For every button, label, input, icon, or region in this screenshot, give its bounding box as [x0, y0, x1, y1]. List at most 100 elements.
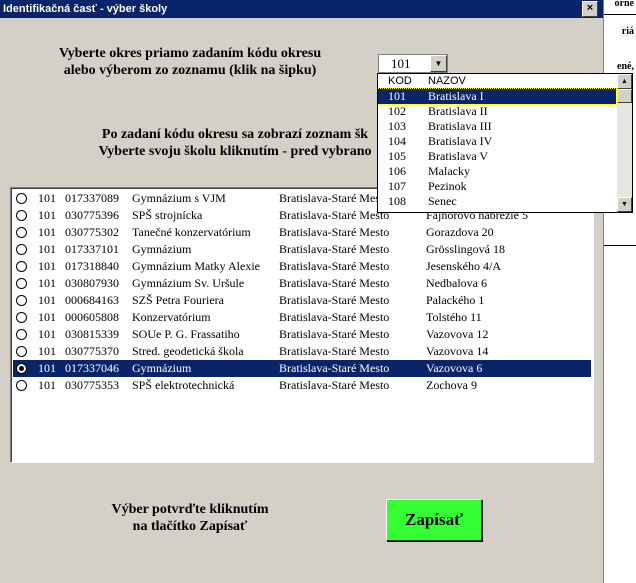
school-address: Palackého 1: [426, 293, 485, 307]
district-option[interactable]: 104 Bratislava IV: [378, 134, 616, 149]
district-option-name: Malacky: [428, 164, 470, 178]
district-option[interactable]: 103 Bratislava III: [378, 119, 616, 134]
district-dropdown-list[interactable]: KOD NAZOV ▲ ▼ 101 Bratislava I 102 Bratisla…: [377, 73, 633, 213]
school-code: 030807930: [65, 276, 119, 290]
school-name: Tanečné konzervatórium: [132, 225, 251, 239]
school-address: Zochova 9: [426, 378, 477, 392]
school-district: 101: [38, 191, 56, 205]
school-name: Stred. geodetická škola: [132, 344, 244, 358]
district-option-code: 106: [388, 164, 406, 178]
school-radio[interactable]: [16, 193, 27, 204]
district-option-code: 108: [388, 194, 406, 208]
school-city: Bratislava-Staré Mesto: [279, 310, 390, 324]
school-row[interactable]: 101 017337046 Gymnázium Bratislava-Staré Me…: [13, 360, 591, 377]
school-district: 101: [38, 293, 56, 307]
district-instructions: Vyberte okres priamo zadaním kódu okresu…: [20, 45, 360, 79]
title-bar: Identifikačná časť - výber školy ×: [0, 0, 603, 18]
district-option-name: Pezinok: [428, 179, 467, 193]
school-radio[interactable]: [16, 244, 27, 255]
district-option[interactable]: 108 Senec: [378, 194, 616, 209]
school-city: Bratislava-Staré Mesto: [279, 378, 390, 392]
school-address: Jesenského 4/A: [426, 259, 501, 273]
dropdown-scrollbar[interactable]: ▲ ▼: [617, 74, 632, 212]
school-code: 030775353: [65, 378, 119, 392]
school-code: 030775370: [65, 344, 119, 358]
school-row[interactable]: 101 030815339 SOUe P. G. Frassatiho Bratisl…: [13, 326, 591, 343]
school-radio[interactable]: [16, 312, 27, 323]
school-district: 101: [38, 208, 56, 222]
district-option-code: 105: [388, 149, 406, 163]
school-radio[interactable]: [16, 363, 27, 374]
school-district: 101: [38, 344, 56, 358]
district-option[interactable]: 105 Bratislava V: [378, 149, 616, 164]
school-district: 101: [38, 378, 56, 392]
school-code: 030775396: [65, 208, 119, 222]
school-row[interactable]: 101 030775353 SPŠ elektrotechnická Bratisla…: [13, 377, 591, 394]
school-name: Gymnázium: [132, 361, 192, 375]
scroll-down-button[interactable]: ▼: [617, 197, 632, 212]
school-radio[interactable]: [16, 261, 27, 272]
school-radio[interactable]: [16, 380, 27, 391]
school-list[interactable]: 101 017337089 Gymnázium s VJM Bratislava-St…: [10, 187, 594, 463]
district-option-code: 104: [388, 134, 406, 148]
school-row[interactable]: 101 017318840 Gymnázium Matky Alexie Bratis…: [13, 258, 591, 275]
close-button[interactable]: ×: [582, 1, 598, 17]
school-row[interactable]: 101 030775370 Stred. geodetická škola Brati…: [13, 343, 591, 360]
school-row[interactable]: 101 030775302 Tanečné konzervatórium Bratis…: [13, 224, 591, 241]
close-icon: ×: [586, 2, 594, 14]
district-code-input[interactable]: 101: [391, 55, 411, 72]
school-instruction-line: Po zadaní kódu okresu sa zobrazí zoznam …: [101, 127, 369, 142]
school-code: 017337046: [65, 361, 119, 375]
confirm-instructions: Výber potvrďte kliknutím na tlačítko Zap…: [90, 501, 290, 535]
school-radio[interactable]: [16, 278, 27, 289]
school-district: 101: [38, 225, 56, 239]
school-code: 017337101: [65, 242, 119, 256]
school-name: Konzervatórium: [132, 310, 211, 324]
school-radio[interactable]: [16, 346, 27, 357]
school-name: Gymnázium Sv. Uršule: [132, 276, 245, 290]
school-city: Bratislava-Staré Mesto: [279, 361, 390, 375]
window-title: Identifikačná časť - výber školy: [3, 3, 168, 15]
school-row[interactable]: 101 000605808 Konzervatórium Bratislava-Sta…: [13, 309, 591, 326]
school-name: Gymnázium: [132, 242, 192, 256]
school-district: 101: [38, 310, 56, 324]
school-row[interactable]: 101 000684163 SZŠ Petra Fouriera Bratislava…: [13, 292, 591, 309]
scroll-up-button[interactable]: ▲: [617, 74, 632, 89]
confirm-instruction-line: Výber potvrďte kliknutím: [111, 502, 269, 517]
header-name: NAZOV: [428, 75, 466, 87]
dropdown-arrow-button[interactable]: ▼: [430, 55, 447, 72]
scroll-up-icon: ▲: [621, 78, 628, 85]
school-radio[interactable]: [16, 329, 27, 340]
school-radio[interactable]: [16, 210, 27, 221]
district-option[interactable]: 106 Malacky: [378, 164, 616, 179]
school-address: Vazovova 6: [426, 361, 483, 375]
scroll-thumb[interactable]: [617, 89, 632, 103]
school-radio[interactable]: [16, 227, 27, 238]
district-option-name: Bratislava I: [428, 89, 484, 103]
district-instruction-line: Vyberte okres priamo zadaním kódu okresu: [58, 46, 322, 61]
district-option[interactable]: 101 Bratislava I: [378, 88, 617, 105]
school-row[interactable]: 101 017337101 Gymnázium Bratislava-Staré Me…: [13, 241, 591, 258]
district-combo[interactable]: 101 ▼: [378, 54, 448, 73]
district-option[interactable]: 107 Pezinok: [378, 179, 616, 194]
school-name: SPŠ elektrotechnická: [132, 378, 235, 392]
dropdown-header: KOD NAZOV: [378, 74, 616, 89]
school-city: Bratislava-Staré Mesto: [279, 259, 390, 273]
district-option-name: Bratislava II: [428, 104, 488, 118]
district-option[interactable]: 102 Bratislava II: [378, 104, 616, 119]
school-city: Bratislava-Staré Mesto: [279, 293, 390, 307]
submit-button[interactable]: Zapísať: [386, 499, 482, 541]
district-option-code: 107: [388, 179, 406, 193]
background-line: [604, 14, 636, 15]
background-line: [604, 245, 636, 246]
school-row[interactable]: 101 030807930 Gymnázium Sv. Uršule Bratisla…: [13, 275, 591, 292]
school-city: Bratislava-Staré Mesto: [279, 344, 390, 358]
background-text-1: orne: [614, 0, 634, 9]
school-address: Grösslingová 18: [426, 242, 505, 256]
school-city: Bratislava-Staré Mesto: [279, 276, 390, 290]
school-radio[interactable]: [16, 295, 27, 306]
school-city: Bratislava-Staré Mesto: [279, 225, 390, 239]
school-address: Tolstého 11: [426, 310, 482, 324]
school-name: SPŠ strojnícka: [132, 208, 203, 222]
school-code: 017318840: [65, 259, 119, 273]
